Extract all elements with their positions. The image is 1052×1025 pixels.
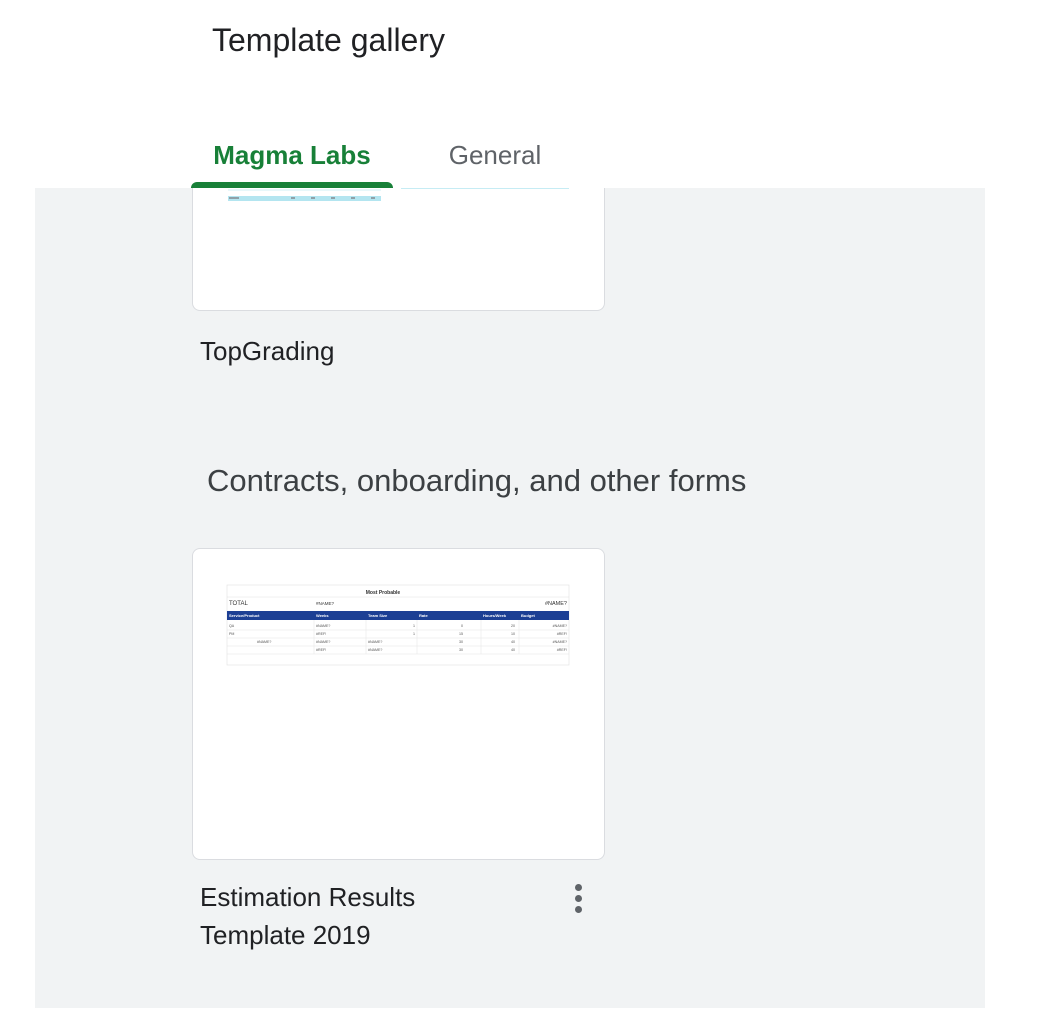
thumb-cell: #REF! [316,648,326,652]
thumb-cell: 30 [459,648,463,652]
estimation-results-thumbnail[interactable]: Most Probable TOTAL #NAME? #NAME? Servic… [192,548,605,860]
topgrading-preview [228,188,569,201]
thumb-col-header: Rate [419,613,428,618]
thumb-cell: #NAME? [368,640,382,644]
thumb-cell: #REF! [557,648,567,652]
more-vert-icon[interactable] [563,880,593,924]
page-title: Template gallery [212,22,445,58]
topgrading-thumbnail[interactable] [192,188,605,311]
thumb-cell: #REF! [316,632,326,636]
thumb-cell: #NAME? [257,640,271,644]
thumb-cell: 0 [461,624,463,628]
thumb-cell: 30 [459,640,463,644]
thumb-caption: Most Probable [366,590,401,596]
thumb-cell: 40 [511,640,515,644]
thumb-cell: 1 [413,632,415,636]
thumb-cell: #NAME? [368,648,382,652]
thumb-cell: #NAME? [553,640,567,644]
template-list: TopGrading Contracts, onboarding, and ot… [35,188,985,1008]
thumb-cell: 10 [511,632,515,636]
tab-general[interactable]: General [423,130,567,188]
card-title-line: Template 2019 [200,920,371,950]
thumb-total-value: #NAME? [316,601,335,606]
section-heading-contracts: Contracts, onboarding, and other forms [207,463,747,498]
thumb-col-header: Team Size [368,613,388,618]
thumb-cell: PM [229,632,234,636]
thumb-cell: 20 [511,624,515,628]
thumb-total-right: #NAME? [545,601,567,607]
thumb-cell: #NAME? [553,624,567,628]
thumb-cell: #REF! [557,632,567,636]
thumb-col-header: Budget [521,613,535,618]
card-title-topgrading[interactable]: TopGrading [200,332,334,370]
estimation-preview: Most Probable TOTAL #NAME? #NAME? Servic… [226,584,570,666]
thumb-col-header: Weeks [316,613,329,618]
thumb-total-label: TOTAL [229,601,248,607]
thumb-cell: 40 [511,648,515,652]
thumb-cell: 1 [413,624,415,628]
thumb-cell: #NAME? [316,640,330,644]
thumb-col-header: Service/Product [229,613,260,618]
thumb-col-header: Hours/Week [483,613,507,618]
thumb-cell: 15 [459,632,463,636]
thumb-cell: QA [229,624,235,628]
card-title-line: Estimation Results [200,882,416,912]
tab-magma-labs[interactable]: Magma Labs [191,130,393,188]
thumb-cell: #NAME? [316,624,330,628]
card-title-estimation-results[interactable]: Estimation Results Template 2019 [200,878,500,954]
